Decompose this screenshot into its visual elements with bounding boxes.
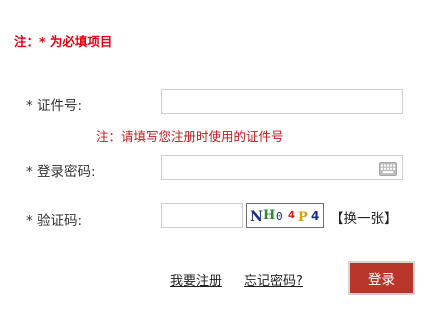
- login-form: 注：* 为必填项目 * 证件号: 注：请填写您注册时使用的证件号 * 登录密码:: [0, 0, 434, 313]
- forgot-password-link[interactable]: 忘记密码?: [244, 270, 303, 289]
- password-input[interactable]: [161, 155, 403, 180]
- keyboard-icon[interactable]: [379, 161, 397, 176]
- id-number-input[interactable]: [161, 89, 403, 114]
- login-button[interactable]: 登录: [348, 261, 415, 295]
- captcha-char: 0: [276, 210, 283, 223]
- captcha-input[interactable]: [161, 203, 243, 228]
- captcha-char: 4: [311, 209, 319, 223]
- captcha-refresh-link[interactable]: 【换一张】: [330, 207, 398, 227]
- captcha-char: N: [250, 209, 263, 225]
- captcha-char: H: [263, 208, 275, 223]
- captcha-image[interactable]: N H 0 4 P 4: [246, 203, 324, 228]
- id-number-hint: 注：请填写您注册时使用的证件号: [96, 129, 284, 144]
- captcha-char: P: [298, 210, 308, 225]
- required-note: 注：* 为必填项目: [14, 34, 113, 49]
- captcha-label: * 验证码:: [26, 213, 83, 229]
- password-label: * 登录密码:: [26, 164, 96, 180]
- id-number-label: * 证件号:: [26, 98, 83, 114]
- register-link[interactable]: 我要注册: [170, 270, 222, 289]
- captcha-char: 4: [288, 210, 295, 221]
